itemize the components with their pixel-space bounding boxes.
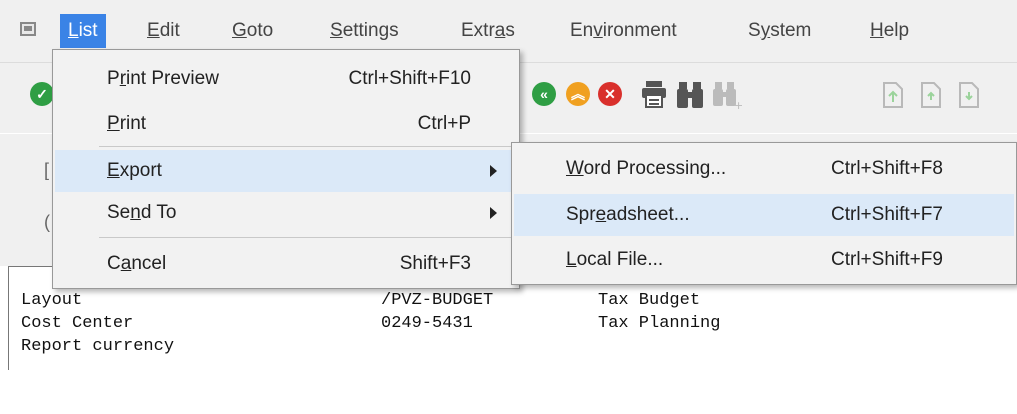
menu-edit-mnemonic: E — [147, 20, 160, 41]
menu-extras-rest: s — [505, 20, 515, 41]
menu-help-mnemonic: H — [870, 20, 884, 41]
menu-item-shortcut: Ctrl+Shift+F8 — [831, 158, 943, 179]
mnemonic: n — [130, 202, 141, 223]
menu-environment-pre: En — [570, 20, 594, 41]
report-row: Cost Center 0249-5431 Tax Planning — [21, 314, 720, 334]
report-row-value: /PVZ-BUDGET — [381, 291, 494, 310]
menu-item-label: Print — [107, 113, 147, 134]
menu-system[interactable]: System — [740, 14, 819, 48]
menu-item-shortcut: Shift+F3 — [399, 253, 471, 274]
menu-edit[interactable]: Edit — [139, 14, 188, 48]
export-submenu: Word Processing... Ctrl+Shift+F8 Spreads… — [511, 142, 1017, 285]
menu-item-print[interactable]: Print Ctrl+P — [55, 103, 517, 145]
menu-goto[interactable]: Goto — [224, 14, 281, 48]
menu-item-label: Print Preview — [107, 68, 219, 89]
menu-item-local-file[interactable]: Local File... Ctrl+Shift+F9 — [514, 239, 1014, 281]
menu-item-label: Word Processing... — [566, 158, 727, 179]
print-icon[interactable] — [640, 80, 668, 110]
menu-item-cancel[interactable]: Cancel Shift+F3 — [55, 243, 517, 285]
menu-item-export[interactable]: Export — [55, 150, 517, 192]
report-row: Report currency — [21, 337, 174, 357]
obscured-button-fragment[interactable]: [ — [44, 160, 49, 181]
menu-list[interactable]: List — [60, 14, 106, 48]
previous-page-icon[interactable] — [918, 80, 944, 110]
cancel-icon[interactable]: ✕ — [598, 82, 622, 106]
menu-goto-rest: oto — [246, 20, 274, 41]
menu-settings[interactable]: Settings — [322, 14, 407, 48]
submenu-arrow-icon — [490, 207, 497, 219]
menu-item-shortcut: Ctrl+Shift+F9 — [831, 249, 943, 270]
first-page-icon[interactable] — [880, 80, 906, 110]
find-next-icon[interactable]: + — [712, 80, 742, 110]
menu-settings-mnemonic: S — [330, 20, 343, 41]
report-row-value: 0249-5431 — [381, 314, 473, 333]
report-row-label: Report currency — [21, 337, 175, 356]
obscured-button-fragment[interactable]: ( — [44, 212, 50, 233]
system-menu-icon[interactable] — [20, 22, 36, 36]
back-icon[interactable]: « — [532, 82, 556, 106]
menu-environment-rest: ironment — [602, 20, 677, 41]
menu-system-mnemonic: y — [760, 20, 771, 41]
menu-extras[interactable]: Extras — [453, 14, 523, 48]
next-page-icon[interactable] — [956, 80, 982, 110]
menu-system-rest: stem — [770, 20, 812, 41]
menu-item-label: Local File... — [566, 249, 664, 270]
mnemonic: W — [566, 158, 584, 179]
mnemonic: L — [566, 249, 577, 270]
find-icon[interactable] — [676, 80, 704, 110]
menu-environment-mnemonic: v — [593, 20, 603, 41]
menu-edit-rest: dit — [159, 20, 180, 41]
menu-environment[interactable]: Environment — [562, 14, 685, 48]
list-menu: Print Preview Ctrl+Shift+F10 Print Ctrl+… — [52, 49, 520, 289]
menu-extras-mnemonic: a — [494, 20, 506, 41]
menu-help-rest: elp — [883, 20, 910, 41]
menu-system-pre: S — [748, 20, 761, 41]
report-row-label: Layout — [21, 291, 83, 310]
menu-item-label: Export — [107, 160, 162, 181]
menu-item-shortcut: Ctrl+P — [417, 113, 471, 134]
menu-item-label: Send To — [107, 202, 177, 223]
report-row-label: Cost Center — [21, 314, 134, 333]
menu-goto-mnemonic: G — [232, 20, 247, 41]
menu-item-shortcut: Ctrl+Shift+F10 — [348, 68, 472, 89]
menu-separator — [99, 237, 513, 238]
submenu-arrow-icon — [490, 165, 497, 177]
svg-text:+: + — [734, 99, 742, 110]
menu-extras-pre: Extr — [461, 20, 495, 41]
menu-list-mnemonic: L — [68, 20, 79, 41]
mnemonic: a — [120, 253, 132, 274]
mnemonic: r — [119, 68, 127, 89]
enter-check-icon[interactable]: ✓ — [30, 82, 54, 106]
menu-separator — [99, 146, 513, 147]
menu-item-word-processing[interactable]: Word Processing... Ctrl+Shift+F8 — [514, 148, 1014, 190]
menu-item-shortcut: Ctrl+Shift+F7 — [831, 204, 943, 225]
mnemonic: e — [595, 204, 607, 225]
report-row-description: Tax Planning — [598, 314, 721, 333]
menu-help[interactable]: Help — [862, 14, 917, 48]
menu-item-label: Cancel — [107, 253, 167, 274]
report-row-description: Tax Budget — [598, 291, 701, 310]
menu-list-rest: ist — [78, 20, 98, 41]
menu-item-print-preview[interactable]: Print Preview Ctrl+Shift+F10 — [55, 58, 517, 100]
mnemonic: E — [107, 160, 120, 181]
report-row: Layout /PVZ-BUDGET Tax Budget — [21, 291, 700, 311]
exit-icon[interactable]: ︽ — [566, 82, 590, 106]
mnemonic: P — [107, 113, 120, 134]
menu-item-send-to[interactable]: Send To — [55, 192, 517, 234]
menu-settings-rest: ettings — [342, 20, 399, 41]
menu-item-spreadsheet[interactable]: Spreadsheet... Ctrl+Shift+F7 — [514, 194, 1014, 236]
menu-item-label: Spreadsheet... — [566, 204, 690, 225]
